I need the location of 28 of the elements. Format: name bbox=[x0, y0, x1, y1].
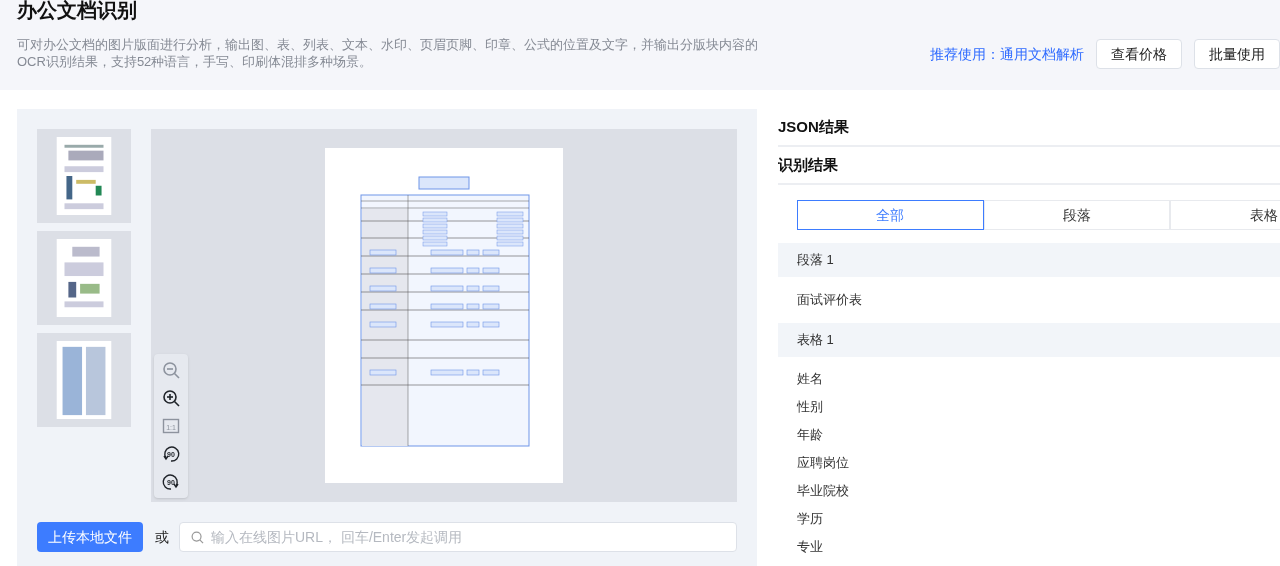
search-icon bbox=[191, 531, 204, 544]
description-text: 可对办公文档的图片版面进行分析，输出图、表、列表、文本、水印、页眉页脚、印章、公式的位置及文字，并输出分版块内容的OCR识别结果，支持52种语言，手写、印刷体混排多种场景。 bbox=[17, 36, 759, 70]
section-heading: 表格 1 bbox=[778, 323, 1280, 357]
result-line: 年龄 bbox=[797, 426, 824, 445]
result-tab[interactable]: 表格 bbox=[1170, 200, 1280, 230]
upload-button[interactable]: 上传本地文件 bbox=[37, 522, 143, 552]
page-thumbnail[interactable] bbox=[37, 129, 131, 223]
section-heading: 段落 1 bbox=[778, 243, 1280, 277]
result-line: 性别 bbox=[797, 398, 824, 417]
result-tab[interactable]: 段落 bbox=[983, 200, 1171, 230]
json-heading[interactable]: JSON结果 bbox=[778, 109, 1280, 147]
recommend-link[interactable]: 推荐使用：通用文档解析 bbox=[930, 43, 1084, 65]
result-line: 面试评价表 bbox=[797, 291, 863, 310]
result-tab[interactable]: 全部 bbox=[797, 200, 984, 230]
header-button[interactable]: 查看价格 bbox=[1096, 39, 1182, 69]
result-line: 应聘岗位 bbox=[797, 454, 850, 473]
result-line: 毕业院校 bbox=[797, 482, 850, 501]
zoom-in-button[interactable] bbox=[161, 388, 181, 408]
result-line: 姓名 bbox=[797, 370, 824, 389]
url-input-field[interactable]: 输入在线图片URL， 回车/Enter发起调用 bbox=[179, 522, 737, 552]
or-label: 或 bbox=[155, 527, 169, 547]
result-heading: 识别结果 bbox=[778, 147, 1280, 185]
header-button[interactable]: 批量使用 bbox=[1194, 39, 1280, 69]
result-line: 学历 bbox=[797, 510, 824, 529]
page-title: 办公文档识别 bbox=[17, 0, 138, 22]
result-line: 专业 bbox=[797, 538, 824, 557]
page-thumbnail[interactable] bbox=[37, 333, 131, 427]
page-thumbnail[interactable] bbox=[37, 231, 131, 325]
